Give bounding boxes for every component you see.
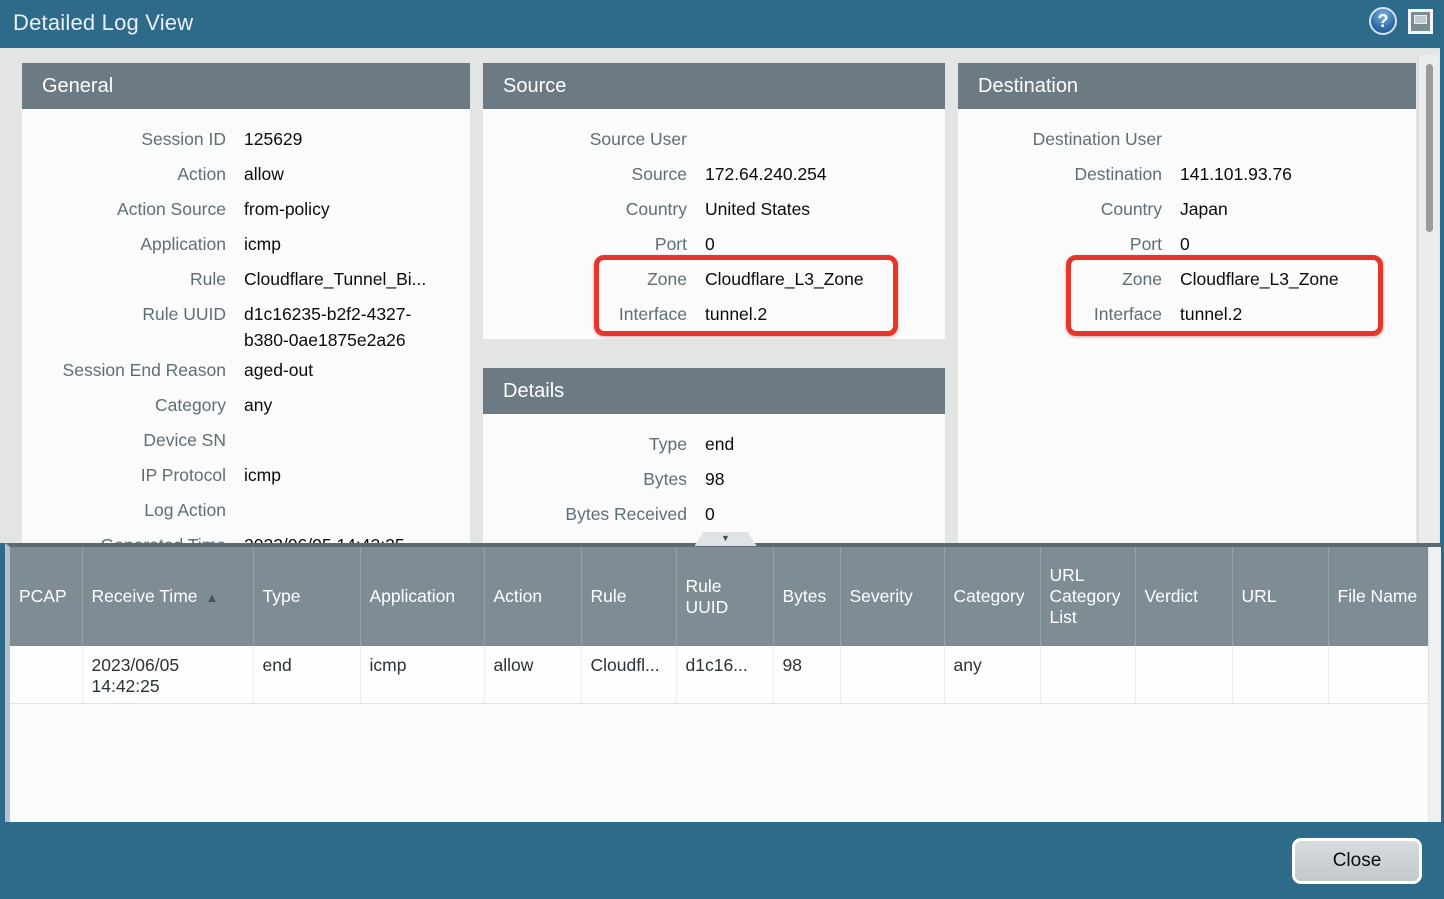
cell-url-category-list: [1040, 646, 1135, 704]
dialog-title: Detailed Log View: [13, 10, 193, 36]
log-table-header-row: PCAP Receive Time▲ Type Application Acti…: [10, 547, 1428, 646]
log-table-row[interactable]: 2023/06/05 14:42:25 end icmp allow Cloud…: [10, 646, 1428, 704]
cell-category: any: [944, 646, 1040, 704]
field-application: Applicationicmp: [22, 227, 470, 262]
general-panel: General Session ID125629 Actionallow Act…: [22, 63, 470, 543]
field-type: Typeend: [483, 427, 945, 462]
general-panel-body: Session ID125629 Actionallow Action Sour…: [22, 109, 470, 543]
cell-verdict: [1135, 646, 1232, 704]
column-header-type[interactable]: Type: [253, 547, 360, 646]
field-source-user: Source User: [483, 122, 945, 157]
log-table-section: ▼ PCAP Receive Time▲ Type Application Ac…: [5, 543, 1441, 822]
chevron-down-icon: ▼: [721, 533, 730, 543]
cell-severity: [840, 646, 944, 704]
column-header-receive-time[interactable]: Receive Time▲: [82, 547, 253, 646]
field-bytes: Bytes98: [483, 462, 945, 497]
details-panel-header: Details: [483, 368, 945, 414]
column-header-url[interactable]: URL: [1232, 547, 1328, 646]
field-source-country: CountryUnited States: [483, 192, 945, 227]
field-destination-port: Port0: [958, 227, 1416, 262]
field-ip-protocol: IP Protocolicmp: [22, 458, 470, 493]
collapse-table-handle[interactable]: ▼: [695, 532, 757, 546]
column-header-application[interactable]: Application: [360, 547, 484, 646]
titlebar: Detailed Log View ?: [0, 0, 1444, 48]
field-destination-interface: Interfacetunnel.2: [958, 297, 1416, 332]
field-destination-user: Destination User: [958, 122, 1416, 157]
field-destination-country: CountryJapan: [958, 192, 1416, 227]
sort-ascending-icon: ▲: [206, 590, 219, 605]
source-panel: Source Source User Source172.64.240.254 …: [483, 63, 945, 339]
field-destination: Destination141.101.93.76: [958, 157, 1416, 192]
column-header-category[interactable]: Category: [944, 547, 1040, 646]
table-scrollbar[interactable]: [1428, 547, 1441, 822]
field-source-port: Port0: [483, 227, 945, 262]
field-rule: RuleCloudflare_Tunnel_Bi...: [22, 262, 470, 297]
help-icon[interactable]: ?: [1369, 7, 1397, 35]
field-action-source: Action Sourcefrom-policy: [22, 192, 470, 227]
field-generated-time: Generated Time2023/06/05 14:42:25: [22, 528, 470, 543]
cell-action: allow: [484, 646, 581, 704]
column-header-pcap[interactable]: PCAP: [10, 547, 82, 646]
column-header-severity[interactable]: Severity: [840, 547, 944, 646]
field-log-action: Log Action: [22, 493, 470, 528]
cell-receive-time: 2023/06/05 14:42:25: [82, 646, 253, 704]
window-icon-glyph: [1414, 15, 1427, 24]
cell-bytes: 98: [773, 646, 840, 704]
destination-panel: Destination Destination User Destination…: [958, 63, 1416, 543]
panels-scrollbar-thumb[interactable]: [1426, 64, 1433, 232]
column-header-url-category-list[interactable]: URL Category List: [1040, 547, 1135, 646]
field-rule-uuid: Rule UUIDd1c16235-b2f2-4327-b380-0ae1875…: [22, 297, 470, 353]
cell-file-name: [1328, 646, 1428, 704]
field-destination-zone: ZoneCloudflare_L3_Zone: [958, 262, 1416, 297]
details-panel-body: Typeend Bytes98 Bytes Received0: [483, 414, 945, 532]
field-source-zone: ZoneCloudflare_L3_Zone: [483, 262, 945, 297]
field-bytes-received: Bytes Received0: [483, 497, 945, 532]
field-device-sn: Device SN: [22, 423, 470, 458]
cell-type: end: [253, 646, 360, 704]
field-category: Categoryany: [22, 388, 470, 423]
column-header-rule-uuid[interactable]: Rule UUID: [676, 547, 773, 646]
source-panel-body: Source User Source172.64.240.254 Country…: [483, 109, 945, 332]
column-header-action[interactable]: Action: [484, 547, 581, 646]
cell-url: [1232, 646, 1328, 704]
cell-rule-uuid: d1c16...: [676, 646, 773, 704]
field-source: Source172.64.240.254: [483, 157, 945, 192]
log-table: PCAP Receive Time▲ Type Application Acti…: [10, 547, 1429, 704]
cell-application: icmp: [360, 646, 484, 704]
field-session-end-reason: Session End Reasonaged-out: [22, 353, 470, 388]
detailed-log-view-dialog: Detailed Log View ? General Session ID12…: [0, 0, 1444, 899]
destination-panel-header: Destination: [958, 63, 1416, 109]
panels-scrollbar[interactable]: [1418, 55, 1439, 543]
field-action: Actionallow: [22, 157, 470, 192]
window-icon[interactable]: [1408, 9, 1433, 34]
details-panel: Details Typeend Bytes98 Bytes Received0: [483, 368, 945, 543]
cell-pcap: [10, 646, 82, 704]
field-session-id: Session ID125629: [22, 122, 470, 157]
column-header-file-name[interactable]: File Name: [1328, 547, 1428, 646]
field-source-interface: Interfacetunnel.2: [483, 297, 945, 332]
column-header-bytes[interactable]: Bytes: [773, 547, 840, 646]
destination-panel-body: Destination User Destination141.101.93.7…: [958, 109, 1416, 332]
close-button[interactable]: Close: [1292, 838, 1422, 884]
footer-bar: Close: [0, 822, 1444, 899]
column-header-verdict[interactable]: Verdict: [1135, 547, 1232, 646]
cell-rule: Cloudfl...: [581, 646, 676, 704]
source-panel-header: Source: [483, 63, 945, 109]
general-panel-header: General: [22, 63, 470, 109]
column-header-rule[interactable]: Rule: [581, 547, 676, 646]
